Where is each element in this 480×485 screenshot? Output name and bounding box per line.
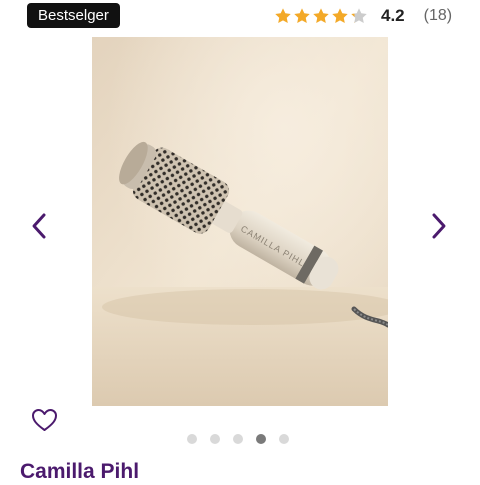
- pagination-dot[interactable]: [279, 434, 289, 444]
- pagination-dot[interactable]: [233, 434, 243, 444]
- next-image-button[interactable]: [430, 211, 448, 241]
- rating-value: 4.2: [381, 6, 405, 25]
- chevron-right-icon: [432, 213, 446, 239]
- previous-image-button[interactable]: [30, 211, 48, 241]
- bestseller-badge: Bestselger: [27, 3, 120, 28]
- chevron-left-icon: [32, 213, 46, 239]
- product-rating[interactable]: 4.2 (18): [274, 4, 452, 28]
- star-icon: [351, 8, 367, 24]
- heart-outline-icon: [32, 409, 57, 431]
- image-pagination: [187, 434, 302, 444]
- pagination-dot[interactable]: [187, 434, 197, 444]
- star-icon: [332, 8, 348, 24]
- pagination-dot[interactable]: [256, 434, 266, 444]
- star-icon: [313, 8, 329, 24]
- star-icon: [275, 8, 291, 24]
- favorite-button[interactable]: [31, 408, 58, 433]
- product-brand[interactable]: Camilla Pihl: [20, 459, 139, 485]
- review-count[interactable]: (18): [424, 7, 452, 25]
- pagination-dot[interactable]: [210, 434, 220, 444]
- star-icon: [294, 8, 310, 24]
- product-image[interactable]: CAMILLA PIHL: [92, 37, 388, 406]
- rating-stars: [274, 7, 369, 25]
